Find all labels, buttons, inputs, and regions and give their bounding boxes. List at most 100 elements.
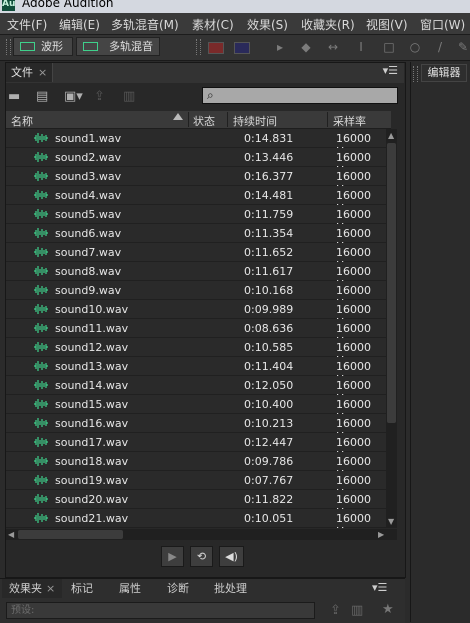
scroll-left-icon[interactable]: ◀ — [8, 530, 14, 540]
file-name: sound13.wav — [55, 360, 129, 373]
toolbar-grip-icon[interactable] — [196, 39, 201, 55]
razor-tool-icon[interactable]: ◆ — [298, 40, 314, 54]
menu-edit[interactable]: 编辑(E) — [59, 16, 100, 33]
lasso-tool-icon[interactable]: ○ — [407, 40, 423, 54]
delete-icon[interactable]: ▥ — [123, 90, 135, 104]
spectral-frequency-icon[interactable] — [208, 42, 224, 54]
file-list-header: 名称 状态 持续时间 采样率 — [6, 111, 391, 129]
file-duration: 0:09.989 — [244, 303, 294, 316]
list-item[interactable]: sound10.wav0:09.98916000 Hz — [6, 300, 386, 329]
file-name: sound19.wav — [55, 474, 129, 487]
list-item[interactable]: sound13.wav0:11.40416000 Hz — [6, 357, 386, 386]
column-divider[interactable] — [327, 112, 328, 127]
file-duration: 0:14.831 — [244, 132, 294, 145]
export-icon[interactable]: ⇪ — [94, 90, 105, 104]
waveform-icon — [34, 190, 48, 200]
file-name: sound21.wav — [55, 512, 129, 525]
sort-ascending-icon[interactable] — [173, 113, 183, 120]
scroll-up-icon[interactable]: ▲ — [388, 131, 394, 141]
vertical-scroll-thumb[interactable] — [387, 143, 396, 423]
spot-healing-tool-icon[interactable]: ✎ — [455, 40, 470, 54]
list-item[interactable]: sound12.wav0:10.58516000 Hz — [6, 338, 386, 367]
list-item[interactable]: sound17.wav0:12.44716000 Hz — [6, 433, 386, 462]
waveform-icon — [34, 361, 48, 371]
save-preset-icon[interactable]: ⇪ — [330, 604, 341, 618]
search-input[interactable]: ⌕ — [202, 87, 398, 104]
tab-properties[interactable]: 属性 — [112, 579, 148, 598]
file-duration: 0:11.822 — [244, 493, 294, 506]
list-item[interactable]: sound16.wav0:10.21316000 Hz — [6, 414, 386, 443]
menu-file[interactable]: 文件(F) — [7, 16, 47, 33]
panel-menu-icon[interactable]: ▾☰ — [372, 581, 387, 594]
list-item[interactable]: sound4.wav0:14.48116000 Hz — [6, 186, 386, 215]
column-divider[interactable] — [227, 112, 228, 127]
list-item[interactable]: sound19.wav0:07.76716000 Hz — [6, 471, 386, 500]
multitrack-icon — [83, 42, 98, 51]
list-item[interactable]: sound1.wav0:14.83116000 Hz — [6, 129, 386, 158]
list-item[interactable]: sound7.wav0:11.65216000 Hz — [6, 243, 386, 272]
tab-diagnostics[interactable]: 诊断 — [160, 579, 196, 598]
waveform-icon — [20, 42, 35, 51]
delete-preset-icon[interactable]: ▥ — [351, 604, 363, 618]
horizontal-scroll-thumb[interactable] — [18, 530, 123, 539]
list-item[interactable]: sound18.wav0:09.78616000 Hz — [6, 452, 386, 481]
slip-tool-icon[interactable]: ↔ — [325, 40, 341, 54]
waveform-icon — [34, 133, 48, 143]
spectral-pitch-icon[interactable] — [234, 42, 250, 54]
menu-effects[interactable]: 效果(S) — [247, 16, 288, 33]
toolbar-grip-icon[interactable] — [6, 39, 11, 55]
scroll-down-icon[interactable]: ▼ — [388, 517, 394, 527]
loop-button[interactable]: ⟲ — [190, 546, 213, 567]
import-icon[interactable]: ▤ — [36, 90, 48, 104]
play-button[interactable]: ▶ — [161, 546, 184, 567]
file-name: sound14.wav — [55, 379, 129, 392]
favorite-icon[interactable]: ★ — [382, 603, 394, 617]
column-status[interactable]: 状态 — [193, 113, 215, 129]
panel-grip-icon[interactable] — [413, 66, 418, 82]
tab-files[interactable]: 文件 × — [6, 63, 54, 82]
list-item[interactable]: sound15.wav0:10.40016000 Hz — [6, 395, 386, 424]
list-item[interactable]: sound9.wav0:10.16816000 Hz — [6, 281, 386, 310]
menu-window[interactable]: 窗口(W) — [420, 16, 465, 33]
tab-markers[interactable]: 标记 — [64, 579, 100, 598]
time-selection-tool-icon[interactable]: I — [353, 40, 369, 54]
waveform-icon — [34, 418, 48, 428]
list-item[interactable]: sound6.wav0:11.35416000 Hz — [6, 224, 386, 253]
column-name[interactable]: 名称 — [11, 113, 33, 129]
open-file-icon[interactable]: ▬ — [8, 90, 20, 104]
list-item[interactable]: sound14.wav0:12.05016000 Hz — [6, 376, 386, 405]
autoplay-button[interactable]: ◀) — [219, 546, 244, 567]
list-item[interactable]: sound20.wav0:11.82216000 Hz — [6, 490, 386, 519]
file-duration: 0:14.481 — [244, 189, 294, 202]
list-item[interactable]: sound8.wav0:11.61716000 Hz — [6, 262, 386, 291]
close-icon[interactable]: × — [46, 582, 55, 595]
close-icon[interactable]: × — [38, 66, 47, 79]
scroll-right-icon[interactable]: ▶ — [378, 530, 384, 540]
file-name: sound5.wav — [55, 208, 122, 221]
panel-menu-icon[interactable]: ▾☰ — [383, 64, 398, 77]
menu-view[interactable]: 视图(V) — [366, 16, 408, 33]
list-item[interactable]: sound11.wav0:08.63616000 Hz — [6, 319, 386, 348]
menu-clip[interactable]: 素材(C) — [192, 16, 234, 33]
list-item[interactable]: sound2.wav0:13.44616000 Hz — [6, 148, 386, 177]
list-item[interactable]: sound5.wav0:11.75916000 Hz — [6, 205, 386, 234]
marquee-tool-icon[interactable]: □ — [381, 40, 397, 54]
menu-favorites[interactable]: 收藏夹(R) — [301, 16, 355, 33]
waveform-icon — [34, 380, 48, 390]
waveform-view-button[interactable]: 波形 — [13, 37, 73, 56]
file-duration: 0:10.051 — [244, 512, 294, 525]
tab-batch[interactable]: 批处理 — [207, 579, 254, 598]
list-item[interactable]: sound3.wav0:16.37716000 Hz — [6, 167, 386, 196]
column-sample-rate[interactable]: 采样率 — [333, 113, 366, 129]
new-file-icon[interactable]: ▣▾ — [64, 90, 83, 104]
move-tool-icon[interactable]: ▸ — [272, 40, 288, 54]
column-duration[interactable]: 持续时间 — [233, 113, 277, 129]
tab-editor[interactable]: 编辑器 — [421, 64, 467, 82]
multitrack-view-button[interactable]: 多轨混音 — [76, 37, 160, 56]
column-divider[interactable] — [188, 112, 189, 127]
brush-tool-icon[interactable]: / — [432, 40, 448, 54]
preset-select[interactable]: 预设: — [6, 602, 315, 619]
menu-multitrack[interactable]: 多轨混音(M) — [111, 16, 179, 33]
tab-effects-rack[interactable]: 效果夹 × — [2, 579, 63, 598]
list-item[interactable]: sound21.wav 0:10.051 16000 Hz — [6, 509, 386, 528]
